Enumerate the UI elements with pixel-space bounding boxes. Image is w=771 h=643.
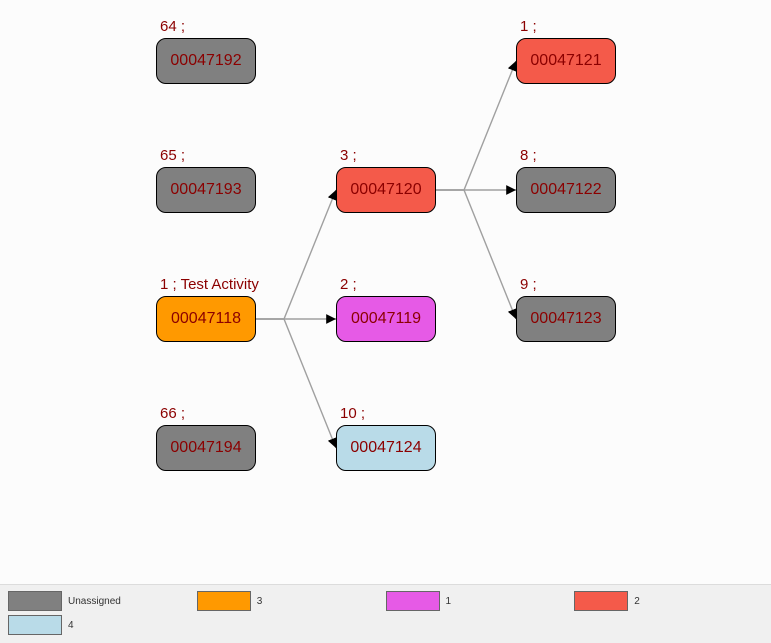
legend-swatch <box>8 615 62 635</box>
node-label: 10 ; <box>340 405 365 422</box>
node-label: 1 ; <box>520 18 537 35</box>
node-00047194[interactable]: 00047194 <box>156 425 256 471</box>
legend-item: 1 <box>386 591 575 611</box>
node-00047124[interactable]: 00047124 <box>336 425 436 471</box>
legend-item: 3 <box>197 591 386 611</box>
edge <box>436 190 516 319</box>
node-label: 65 ; <box>160 147 185 164</box>
node-label: 9 ; <box>520 276 537 293</box>
node-00047193[interactable]: 00047193 <box>156 167 256 213</box>
node-00047118[interactable]: 00047118 <box>156 296 256 342</box>
node-label: 8 ; <box>520 147 537 164</box>
legend-swatch <box>197 591 251 611</box>
edge <box>436 61 516 190</box>
legend-item: 4 <box>8 615 197 635</box>
node-00047123[interactable]: 00047123 <box>516 296 616 342</box>
legend-swatch <box>8 591 62 611</box>
legend-swatch <box>386 591 440 611</box>
legend-item: Unassigned <box>8 591 197 611</box>
legend: Unassigned 3 1 2 4 <box>0 584 771 643</box>
diagram-canvas: 64 ; 00047192 65 ; 00047193 1 ; Test Activit… <box>0 0 771 643</box>
edge <box>256 190 336 319</box>
node-label: 64 ; <box>160 18 185 35</box>
node-00047120[interactable]: 00047120 <box>336 167 436 213</box>
edge <box>256 319 336 448</box>
node-00047192[interactable]: 00047192 <box>156 38 256 84</box>
node-00047122[interactable]: 00047122 <box>516 167 616 213</box>
node-00047119[interactable]: 00047119 <box>336 296 436 342</box>
legend-item: 2 <box>574 591 763 611</box>
node-label: 3 ; <box>340 147 357 164</box>
node-label: 66 ; <box>160 405 185 422</box>
legend-label: 4 <box>68 620 74 631</box>
node-label: 2 ; <box>340 276 357 293</box>
legend-label: 2 <box>634 596 640 607</box>
node-label: 1 ; Test Activity <box>160 276 259 293</box>
node-00047121[interactable]: 00047121 <box>516 38 616 84</box>
legend-label: 1 <box>446 596 452 607</box>
legend-label: 3 <box>257 596 263 607</box>
legend-label: Unassigned <box>68 596 121 607</box>
legend-swatch <box>574 591 628 611</box>
